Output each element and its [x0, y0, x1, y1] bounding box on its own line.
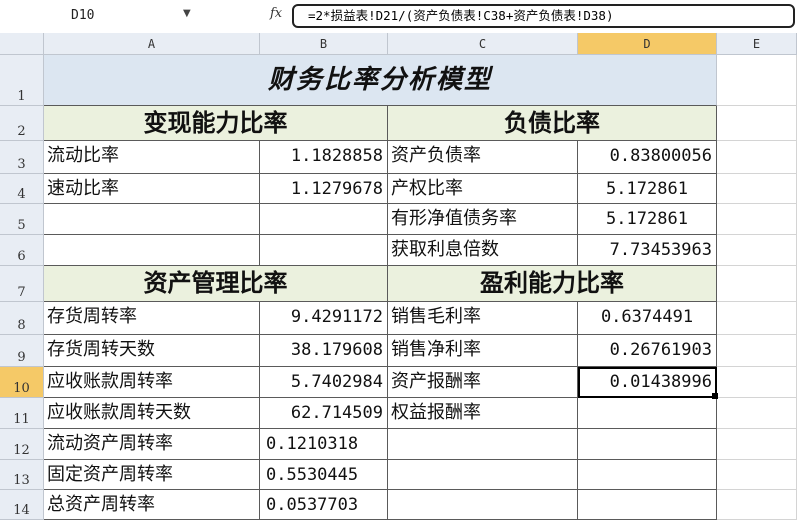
cell-b4[interactable]: 1.1279678 [260, 174, 388, 204]
section-header-asset-mgmt[interactable]: 资产管理比率 [44, 266, 388, 302]
row-header-11[interactable]: 11 [0, 398, 44, 429]
cell-b5[interactable] [260, 204, 388, 235]
cell-c6[interactable]: 获取利息倍数 [388, 235, 578, 266]
cell-b13[interactable]: 0.5530445 [260, 460, 388, 490]
column-header-e[interactable]: E [717, 33, 797, 55]
cell-e10[interactable] [717, 367, 797, 398]
cell-e14[interactable] [717, 490, 797, 520]
cell-a10[interactable]: 应收账款周转率 [44, 367, 260, 398]
cell-a14[interactable]: 总资产周转率 [44, 490, 260, 520]
cell-d6[interactable]: 7.73453963 [578, 235, 717, 266]
row-header-3[interactable]: 3 [0, 141, 44, 174]
cell-d12[interactable] [578, 429, 717, 460]
cell-b6[interactable] [260, 235, 388, 266]
cell-d11[interactable] [578, 398, 717, 429]
cell-d9[interactable]: 0.26761903 [578, 335, 717, 367]
cell-e8[interactable] [717, 302, 797, 335]
cell-c14[interactable] [388, 490, 578, 520]
cell-e5[interactable] [717, 204, 797, 235]
column-header-b[interactable]: B [260, 33, 388, 55]
name-box-dropdown-icon[interactable]: ▼ [183, 8, 191, 19]
cell-a5[interactable] [44, 204, 260, 235]
cell-e7[interactable] [717, 266, 797, 302]
insert-function-icon[interactable]: fx [270, 6, 282, 21]
cell-a9[interactable]: 存货周转天数 [44, 335, 260, 367]
row-header-2[interactable]: 2 [0, 106, 44, 141]
cell-b11[interactable]: 62.714509 [260, 398, 388, 429]
section-header-debt[interactable]: 负债比率 [388, 106, 717, 141]
cell-e12[interactable] [717, 429, 797, 460]
cell-c8[interactable]: 销售毛利率 [388, 302, 578, 335]
cell-c9[interactable]: 销售净利率 [388, 335, 578, 367]
cell-c4[interactable]: 产权比率 [388, 174, 578, 204]
cell-d3[interactable]: 0.83800056 [578, 141, 717, 174]
cell-b14[interactable]: 0.0537703 [260, 490, 388, 520]
cell-e2[interactable] [717, 106, 797, 141]
cell-e11[interactable] [717, 398, 797, 429]
cell-a3[interactable]: 流动比率 [44, 141, 260, 174]
row-header-14[interactable]: 14 [0, 490, 44, 520]
row-header-10[interactable]: 10 [0, 367, 44, 398]
cell-b9[interactable]: 38.179608 [260, 335, 388, 367]
cell-d13[interactable] [578, 460, 717, 490]
row-header-13[interactable]: 13 [0, 460, 44, 490]
formula-bar: D10 ▼ fx =2*损益表!D21/(资产负债表!C38+资产负债表!D38… [0, 0, 797, 34]
active-cell-border [578, 367, 717, 398]
cell-d4[interactable]: 5.172861 [578, 174, 717, 204]
section-header-profit[interactable]: 盈利能力比率 [388, 266, 717, 302]
row-header-4[interactable]: 4 [0, 174, 44, 204]
cell-a6[interactable] [44, 235, 260, 266]
fill-handle[interactable] [712, 393, 718, 399]
cell-c13[interactable] [388, 460, 578, 490]
cell-c11[interactable]: 权益报酬率 [388, 398, 578, 429]
cell-b10[interactable]: 5.7402984 [260, 367, 388, 398]
cell-a4[interactable]: 速动比率 [44, 174, 260, 204]
formula-input[interactable]: =2*损益表!D21/(资产负债表!C38+资产负债表!D38) [292, 4, 795, 28]
row-header-1[interactable]: 1 [0, 55, 44, 106]
cell-e4[interactable] [717, 174, 797, 204]
cell-a13[interactable]: 固定资产周转率 [44, 460, 260, 490]
cell-a11[interactable]: 应收账款周转天数 [44, 398, 260, 429]
cell-e6[interactable] [717, 235, 797, 266]
select-all-corner[interactable] [0, 33, 44, 55]
cell-a12[interactable]: 流动资产周转率 [44, 429, 260, 460]
cell-a8[interactable]: 存货周转率 [44, 302, 260, 335]
column-header-a[interactable]: A [44, 33, 260, 55]
section-header-liquidity[interactable]: 变现能力比率 [44, 106, 388, 141]
cell-d8[interactable]: 0.6374491 [578, 302, 717, 335]
row-header-7[interactable]: 7 [0, 266, 44, 302]
column-header-d[interactable]: D [578, 33, 717, 55]
column-header-c[interactable]: C [388, 33, 578, 55]
cell-e3[interactable] [717, 141, 797, 174]
cell-c3[interactable]: 资产负债率 [388, 141, 578, 174]
cell-c12[interactable] [388, 429, 578, 460]
cell-e13[interactable] [717, 460, 797, 490]
cell-d5[interactable]: 5.172861 [578, 204, 717, 235]
cell-e9[interactable] [717, 335, 797, 367]
cell-b8[interactable]: 9.4291172 [260, 302, 388, 335]
cell-e1[interactable] [717, 55, 797, 106]
row-header-12[interactable]: 12 [0, 429, 44, 460]
row-header-5[interactable]: 5 [0, 204, 44, 235]
cell-b12[interactable]: 0.1210318 [260, 429, 388, 460]
cell-b3[interactable]: 1.1828858 [260, 141, 388, 174]
cell-c10[interactable]: 资产报酬率 [388, 367, 578, 398]
cell-c5[interactable]: 有形净值债务率 [388, 204, 578, 235]
sheet-title[interactable]: 财务比率分析模型 [44, 55, 717, 106]
row-header-9[interactable]: 9 [0, 335, 44, 367]
name-box[interactable]: D10 [3, 6, 225, 26]
row-header-8[interactable]: 8 [0, 302, 44, 335]
cell-d14[interactable] [578, 490, 717, 520]
row-header-6[interactable]: 6 [0, 235, 44, 266]
